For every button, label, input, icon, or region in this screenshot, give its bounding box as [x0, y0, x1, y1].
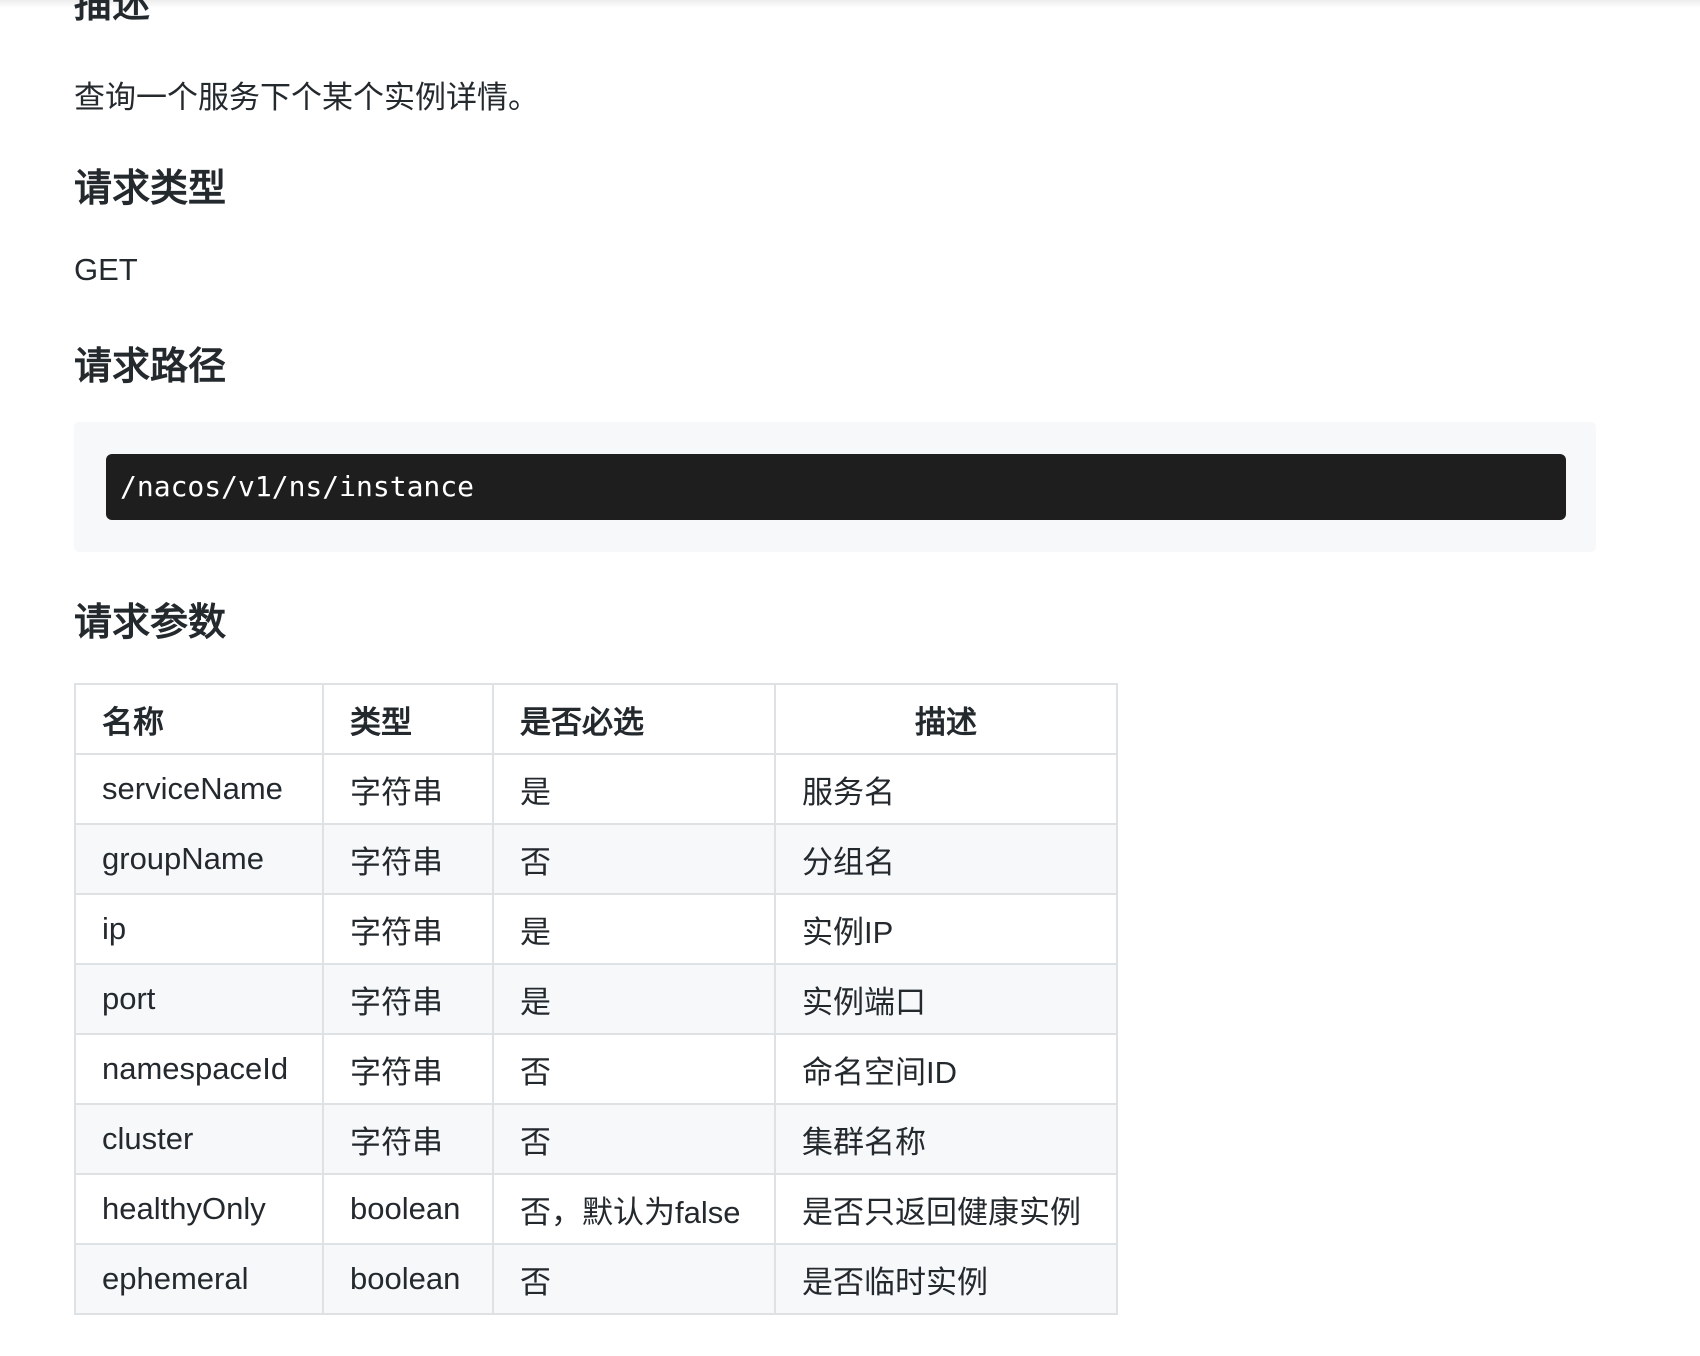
param-type: boolean	[322, 1173, 494, 1245]
header-type: 类型	[322, 683, 494, 755]
param-required: 是	[492, 963, 776, 1035]
header-description: 描述	[774, 683, 1118, 755]
param-required: 否	[492, 823, 776, 895]
param-type: 字符串	[322, 823, 494, 895]
table-row: ephemeral boolean 否 是否临时实例	[74, 1243, 1118, 1315]
param-description: 是否临时实例	[774, 1243, 1118, 1315]
param-name: serviceName	[74, 753, 324, 825]
param-required: 是	[492, 753, 776, 825]
param-name: namespaceId	[74, 1033, 324, 1105]
param-description: 服务名	[774, 753, 1118, 825]
table-header-row: 名称 类型 是否必选 描述	[74, 683, 1118, 755]
params-table: 名称 类型 是否必选 描述 serviceName 字符串 是 服务名 grou…	[74, 683, 1118, 1315]
header-required: 是否必选	[492, 683, 776, 755]
table-row: ip 字符串 是 实例IP	[74, 893, 1118, 965]
param-name: cluster	[74, 1103, 324, 1175]
param-type: 字符串	[322, 893, 494, 965]
header-name: 名称	[74, 683, 324, 755]
param-required: 否，默认为false	[492, 1173, 776, 1245]
request-type-heading: 请求类型	[74, 166, 227, 210]
param-type: 字符串	[322, 1103, 494, 1175]
param-name: ephemeral	[74, 1243, 324, 1315]
top-shadow	[0, 0, 1700, 8]
request-path-heading: 请求路径	[74, 344, 227, 388]
param-type: 字符串	[322, 753, 494, 825]
request-params-heading: 请求参数	[74, 600, 227, 644]
table-row: cluster 字符串 否 集群名称	[74, 1103, 1118, 1175]
param-required: 是	[492, 893, 776, 965]
param-type: boolean	[322, 1243, 494, 1315]
description-text: 查询一个服务下个某个实例详情。	[74, 80, 539, 116]
param-description: 命名空间ID	[774, 1033, 1118, 1105]
param-name: groupName	[74, 823, 324, 895]
table-row: namespaceId 字符串 否 命名空间ID	[74, 1033, 1118, 1105]
code-block-wrapper: /nacos/v1/ns/instance	[74, 422, 1596, 552]
param-description: 分组名	[774, 823, 1118, 895]
param-type: 字符串	[322, 1033, 494, 1105]
param-description: 集群名称	[774, 1103, 1118, 1175]
table-row: serviceName 字符串 是 服务名	[74, 753, 1118, 825]
table-row: port 字符串 是 实例端口	[74, 963, 1118, 1035]
param-type: 字符串	[322, 963, 494, 1035]
param-required: 否	[492, 1243, 776, 1315]
param-description: 实例端口	[774, 963, 1118, 1035]
table-row: groupName 字符串 否 分组名	[74, 823, 1118, 895]
request-type-value: GET	[74, 252, 138, 287]
param-description: 是否只返回健康实例	[774, 1173, 1118, 1245]
param-required: 否	[492, 1103, 776, 1175]
description-heading: 描述	[74, 0, 151, 26]
param-description: 实例IP	[774, 893, 1118, 965]
param-name: port	[74, 963, 324, 1035]
param-name: ip	[74, 893, 324, 965]
request-path-code[interactable]: /nacos/v1/ns/instance	[106, 454, 1566, 520]
table-row: healthyOnly boolean 否，默认为false 是否只返回健康实例	[74, 1173, 1118, 1245]
param-required: 否	[492, 1033, 776, 1105]
param-name: healthyOnly	[74, 1173, 324, 1245]
